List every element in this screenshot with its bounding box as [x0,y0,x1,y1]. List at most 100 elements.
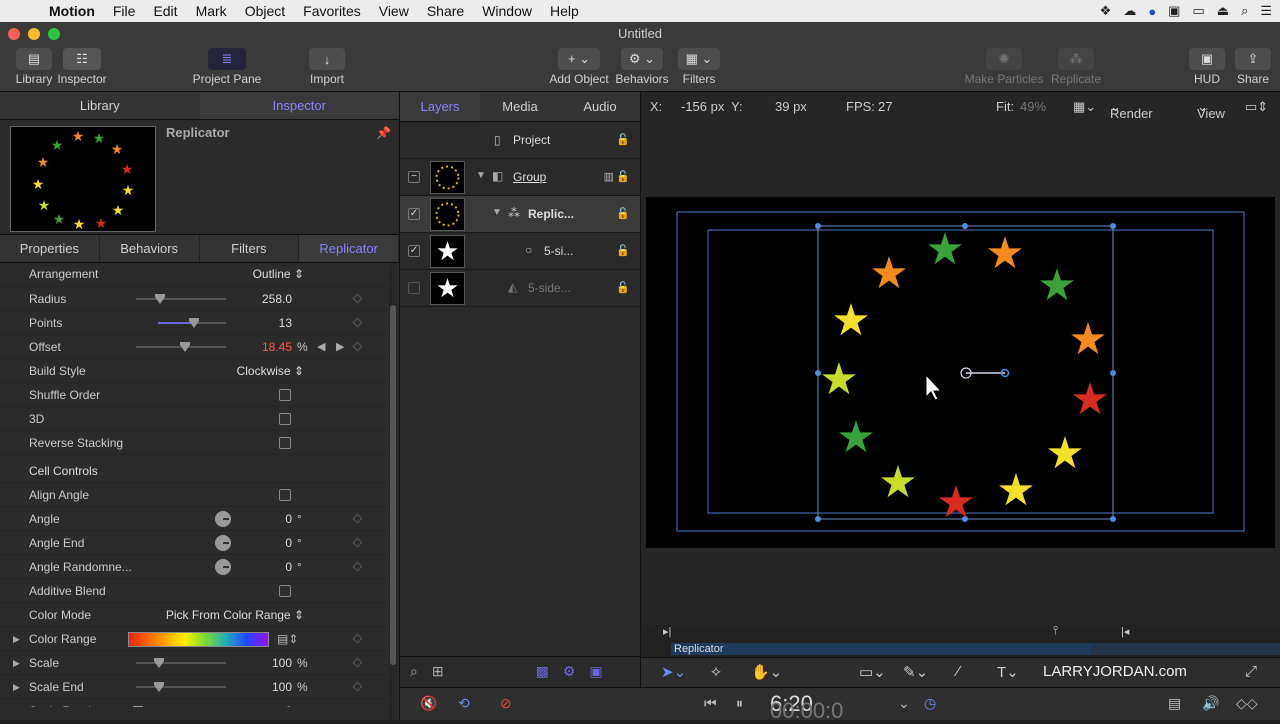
lock-icon[interactable]: 🔓 [616,207,630,220]
pause-icon[interactable]: ⏸ [736,695,743,712]
radius-value[interactable]: 258.0 [262,287,292,311]
menu-window[interactable]: Window [473,3,541,19]
scale-value[interactable]: 100 [272,651,292,675]
tab-layers[interactable]: Layers [400,92,480,121]
select-tool-icon[interactable]: ➤⌄ [661,663,686,681]
disclosure-triangle-icon[interactable]: ▼ [476,170,486,181]
minimize-window-icon[interactable] [28,28,40,40]
replicate-button[interactable]: ⁂ Replicate [1048,48,1104,86]
next-keyframe-icon[interactable]: ▶ [336,335,344,359]
disclosure-triangle-icon[interactable]: ▼ [492,207,502,218]
filter-icon[interactable]: ▩ [536,663,549,680]
out-point-icon[interactable]: |◂ [1121,625,1129,638]
loop-icon[interactable]: ⟲ [458,695,470,712]
arrangement-popup[interactable]: Outline ⇕ [253,265,304,283]
dropbox-icon[interactable]: ❖ [1100,3,1112,19]
share-button[interactable]: ⇪ Share [1234,48,1272,86]
menu-edit[interactable]: Edit [144,3,186,19]
color-channel-icon[interactable]: ▦⌄ [1073,99,1096,115]
tab-replicator[interactable]: Replicator [299,235,399,262]
view-menu[interactable]: View ⌄ [1197,99,1225,121]
angle-end-value[interactable]: 0 [285,531,292,555]
scale-end-value[interactable]: 100 [272,675,292,699]
menu-view[interactable]: View [370,3,418,19]
audio-icon[interactable]: 🔊 [1202,695,1219,712]
tab-inspector[interactable]: Inspector [199,92,399,119]
radius-slider-knob[interactable] [155,294,165,304]
disclosure-triangle-icon[interactable]: ▶ [13,699,20,707]
keyframe-icon[interactable] [352,341,363,352]
spotlight-search-icon[interactable]: ⌕ [1241,3,1248,19]
expand-icon[interactable]: ⤢ [1245,663,1257,680]
menu-file[interactable]: File [104,3,145,19]
screen-icon[interactable]: ▣ [1168,3,1180,19]
menu-help[interactable]: Help [541,3,588,19]
mask-icon[interactable]: ▣ [589,663,602,680]
project-pane-button[interactable]: ≣ Project Pane [190,48,264,86]
shape-tool-icon[interactable]: ▭⌄ [859,663,886,681]
scale-random-slider-knob[interactable] [133,706,143,707]
paint-stroke-icon[interactable]: ⁄ [957,663,960,680]
menu-share[interactable]: Share [418,3,473,19]
color-range-gradient[interactable] [128,632,269,647]
align-angle-checkbox[interactable] [279,489,291,501]
keyframe-navigation-icon[interactable]: ◇◇ [1236,695,1258,712]
import-button[interactable]: ↓ Import [302,48,352,86]
disclosure-triangle-icon[interactable]: ▶ [13,675,20,699]
library-button[interactable]: ▤ Library [14,48,54,86]
menu-favorites[interactable]: Favorites [294,3,370,19]
tab-audio[interactable]: Audio [560,92,640,121]
make-particles-button[interactable]: ✺ Make Particles [962,48,1046,86]
menu-app[interactable]: Motion [40,3,104,19]
tab-library[interactable]: Library [0,92,200,119]
keyframe-icon[interactable] [352,537,363,548]
menu-mark[interactable]: Mark [187,3,236,19]
isolate-icon[interactable]: ▥ [604,170,614,183]
record-icon[interactable]: ⊘ [500,695,512,712]
hand-tool-icon[interactable]: ✋⌄ [751,663,782,681]
playback-timer-icon[interactable]: ◷ [924,695,936,712]
behaviors-button[interactable]: ⚙ ⌄ Behaviors [614,48,670,86]
bezier-tool-icon[interactable]: ✎⌄ [903,663,928,681]
text-tool-icon[interactable]: T⌄ [997,663,1019,681]
build-style-popup[interactable]: Clockwise ⇕ [237,359,304,383]
tab-properties[interactable]: Properties [0,235,100,262]
tab-media[interactable]: Media [480,92,560,121]
3d-checkbox[interactable] [279,413,291,425]
disclosure-triangle-icon[interactable]: ▶ [13,627,20,651]
angle-dial-icon[interactable] [215,511,231,527]
scale-end-slider-knob[interactable] [154,682,164,692]
tab-filters[interactable]: Filters [200,235,300,262]
reverse-stacking-checkbox[interactable] [279,437,291,449]
layer-source-shape[interactable]: ★ ◭ 5-side... 🔓 [400,270,640,307]
angle-value[interactable]: 0 [285,507,292,531]
audio-mute-icon[interactable]: 🔇 [420,695,437,712]
scale-end-slider[interactable] [136,686,226,688]
layer-project[interactable]: ▯ Project 🔓 [400,122,640,159]
offset-value[interactable]: 18.45 [262,335,292,359]
offset-slider-knob[interactable] [180,342,190,352]
scale-slider-knob[interactable] [154,658,164,668]
anchor-tool-icon[interactable]: ⟡ [711,663,721,680]
keyframe-icon[interactable] [352,633,363,644]
layout-icon[interactable]: ▭⇕ [1245,99,1268,115]
go-to-start-icon[interactable]: ⏮ [704,695,717,712]
angle-end-dial-icon[interactable] [215,535,231,551]
hud-button[interactable]: ▣ HUD [1188,48,1226,86]
add-object-button[interactable]: + ⌄ Add Object [548,48,610,86]
keyframe-icon[interactable] [352,561,363,572]
keyframe-icon[interactable] [352,513,363,524]
lock-icon[interactable]: 🔓 [616,244,630,257]
points-slider-knob[interactable] [189,318,199,328]
points-value[interactable]: 13 [279,311,292,335]
angle-randomness-value[interactable]: 0 [285,555,292,579]
behavior-icon[interactable]: ⚙ [563,663,576,680]
in-point-icon[interactable]: ▸| [663,625,671,638]
lock-icon[interactable]: 🔓 [616,133,630,146]
menu-object[interactable]: Object [236,3,294,19]
layer-cell[interactable]: ✓ ★ ○ 5-si... 🔓 [400,233,640,270]
tab-behaviors[interactable]: Behaviors [100,235,200,262]
replicator-track[interactable]: Replicator [671,643,1091,655]
search-icon[interactable]: ⌕ [410,663,418,680]
close-window-icon[interactable] [8,28,20,40]
